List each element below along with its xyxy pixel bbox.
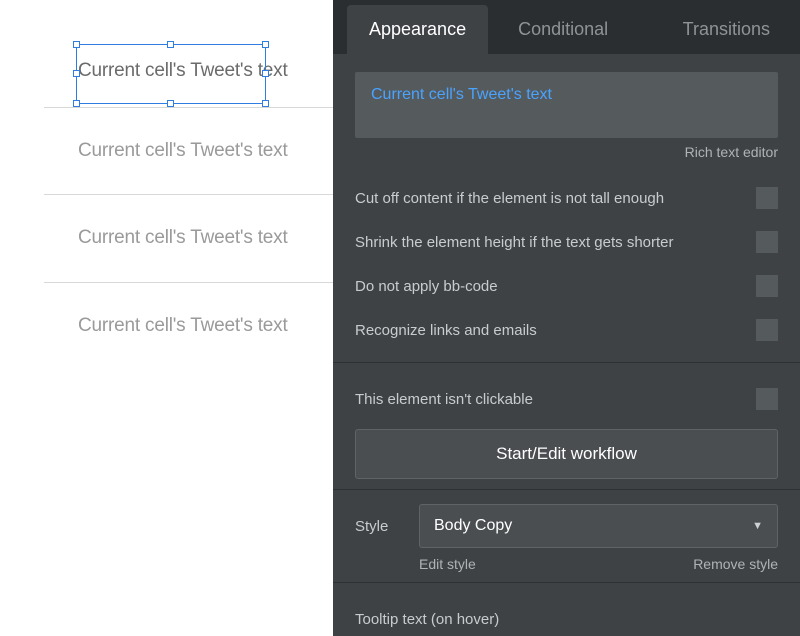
expression-editor[interactable]: Current cell's Tweet's text [355, 72, 778, 138]
resize-handle-bm[interactable] [167, 100, 174, 107]
opt-cutoff-checkbox[interactable] [756, 187, 778, 209]
style-select[interactable]: Body Copy ▼ [419, 504, 778, 548]
tooltip-label: Tooltip text (on hover) [355, 611, 778, 628]
resize-handle-bl[interactable] [73, 100, 80, 107]
resize-handle-br[interactable] [262, 100, 269, 107]
cell-text: Current cell's Tweet's text [78, 225, 295, 252]
divider [333, 489, 800, 490]
opt-shrink-label: Shrink the element height if the text ge… [355, 234, 756, 251]
opt-links-checkbox[interactable] [756, 319, 778, 341]
canvas[interactable]: Current cell's Tweet's text Current cell… [0, 0, 333, 636]
list-item[interactable]: Current cell's Tweet's text [0, 195, 333, 282]
divider [333, 582, 800, 583]
tab-bar: Appearance Conditional Transitions [333, 0, 800, 54]
tab-conditional[interactable]: Conditional [496, 5, 630, 54]
cell-text: Current cell's Tweet's text [78, 138, 295, 165]
list-item[interactable]: Current cell's Tweet's text [0, 108, 333, 195]
edit-style-link[interactable]: Edit style [419, 556, 476, 572]
rich-text-editor-link[interactable]: Rich text editor [355, 144, 778, 160]
clickable-checkbox[interactable] [756, 388, 778, 410]
clickable-label: This element isn't clickable [355, 391, 756, 408]
expression-text: Current cell's Tweet's text [371, 86, 552, 103]
opt-shrink-checkbox[interactable] [756, 231, 778, 253]
opt-nobbcode-label: Do not apply bb-code [355, 278, 756, 295]
style-label: Style [355, 518, 403, 535]
resize-handle-tr[interactable] [262, 41, 269, 48]
style-selected-value: Body Copy [434, 517, 512, 535]
remove-style-link[interactable]: Remove style [693, 556, 778, 572]
inspector-panel: Appearance Conditional Transitions Curre… [333, 0, 800, 636]
workflow-button[interactable]: Start/Edit workflow [355, 429, 778, 479]
opt-links-label: Recognize links and emails [355, 322, 756, 339]
resize-handle-tl[interactable] [73, 41, 80, 48]
tab-transitions[interactable]: Transitions [661, 5, 792, 54]
opt-nobbcode-checkbox[interactable] [756, 275, 778, 297]
divider [333, 362, 800, 363]
opt-cutoff-label: Cut off content if the element is not ta… [355, 190, 756, 207]
list-item[interactable]: Current cell's Tweet's text [0, 36, 333, 107]
list-item[interactable]: Current cell's Tweet's text [0, 283, 333, 370]
cell-text: Current cell's Tweet's text [78, 313, 295, 340]
resize-handle-tm[interactable] [167, 41, 174, 48]
tab-appearance[interactable]: Appearance [347, 5, 488, 54]
chevron-down-icon: ▼ [752, 520, 763, 532]
cell-text: Current cell's Tweet's text [78, 58, 295, 85]
